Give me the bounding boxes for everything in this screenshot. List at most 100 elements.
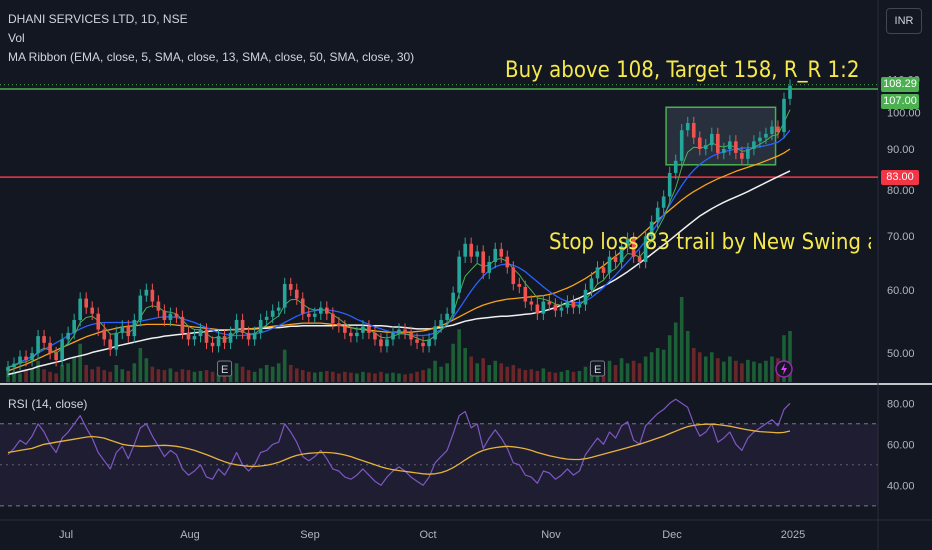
volume-bar — [409, 373, 413, 382]
candle-body — [6, 367, 10, 371]
candle-body — [331, 313, 335, 324]
ma-ribbon-legend[interactable]: MA Ribbon (EMA, close, 5, SMA, close, 13… — [8, 50, 414, 64]
volume-bar — [685, 331, 690, 382]
candle-body — [186, 332, 191, 340]
volume-bar — [547, 371, 552, 382]
volume-bar — [746, 359, 750, 382]
volume-bar — [355, 373, 359, 382]
buy-annotation[interactable]: Buy above 108, Target 158, R_R 1:2 — [505, 58, 859, 83]
volume-bar — [403, 374, 407, 382]
volume-bar — [565, 370, 570, 382]
candle-body — [734, 141, 738, 153]
candle-body — [300, 298, 305, 314]
volume-bar — [312, 372, 317, 382]
rsi-legend[interactable]: RSI (14, close) — [8, 397, 87, 411]
candle-body — [367, 326, 371, 333]
volume-bar — [427, 368, 431, 382]
volume-bar — [84, 365, 89, 382]
candle-body — [758, 137, 762, 142]
volume-bar — [60, 365, 64, 382]
volume-bar — [716, 358, 720, 382]
candle-body — [318, 307, 323, 314]
candle-body — [198, 329, 203, 337]
volume-bar — [72, 356, 76, 382]
volume-bar — [276, 363, 281, 382]
candle-body — [168, 313, 173, 320]
volume-bar — [294, 368, 299, 382]
earnings-marker-label: E — [594, 364, 601, 376]
volume-bar — [649, 352, 654, 382]
stoploss-annotation[interactable]: Stop loss 83 trail by New Swing and — [549, 230, 871, 255]
time-tick-label: 2025 — [781, 529, 805, 541]
candle-body — [228, 332, 233, 343]
rsi-tick-label: 40.00 — [887, 480, 915, 492]
candle-body — [276, 307, 281, 311]
volume-bar — [740, 363, 744, 382]
candle-body — [770, 126, 774, 134]
volume-bar — [523, 370, 528, 382]
volume-bar — [78, 343, 82, 382]
candle-body — [391, 332, 395, 340]
candle-body — [535, 304, 540, 314]
volume-bar — [331, 371, 335, 382]
candle-body — [703, 145, 708, 150]
candle-body — [487, 261, 492, 273]
candle-body — [78, 298, 82, 320]
volume-bar — [66, 363, 70, 382]
candle-body — [403, 329, 407, 333]
volume-legend[interactable]: Vol — [8, 31, 25, 45]
volume-bar — [511, 365, 516, 382]
volume-bar — [673, 322, 678, 382]
volume-bar — [577, 370, 582, 382]
sma50-line — [7, 170, 791, 376]
candle-body — [222, 336, 227, 343]
candle-body — [36, 336, 40, 354]
candle-body — [385, 339, 389, 347]
volume-bar — [481, 358, 486, 382]
candle-body — [571, 301, 576, 308]
price-label-108: 108.29 — [881, 77, 919, 93]
volume-bar — [246, 370, 251, 382]
candle-body — [210, 342, 215, 347]
currency-button[interactable]: INR — [886, 8, 922, 34]
candle-body — [746, 149, 750, 159]
candle-body — [204, 329, 209, 343]
volume-bar — [469, 356, 473, 382]
price-label-107: 107.00 — [881, 93, 919, 109]
volume-bar — [385, 373, 389, 382]
volume-bar — [270, 366, 275, 382]
candle-body — [541, 301, 546, 314]
candle-body — [601, 267, 606, 273]
candle-body — [409, 332, 413, 340]
candle-body — [505, 256, 510, 268]
candle-body — [607, 256, 612, 273]
candle-body — [379, 339, 383, 347]
candle-body — [84, 298, 89, 308]
volume-bar — [240, 366, 245, 382]
volume-bar — [445, 363, 449, 382]
volume-bar — [607, 360, 612, 382]
candle-body — [72, 319, 76, 333]
candle-body — [216, 336, 221, 347]
candle-body — [547, 301, 552, 305]
candle-body — [691, 123, 696, 138]
volume-bar — [691, 348, 696, 382]
volume-bar — [391, 372, 395, 382]
candle-body — [312, 313, 317, 317]
volume-bar — [343, 371, 347, 382]
volume-bar — [264, 365, 269, 382]
volume-bar — [180, 369, 185, 382]
candle-body — [565, 301, 570, 308]
volume-bar — [132, 363, 137, 382]
candle-body — [120, 326, 125, 333]
volume-bar — [734, 360, 738, 382]
candle-body — [433, 326, 437, 340]
candle-body — [306, 313, 311, 317]
candle-body — [655, 207, 660, 222]
volume-bar — [54, 373, 58, 382]
symbol-legend[interactable]: DHANI SERVICES LTD, 1D, NSE — [8, 12, 188, 26]
volume-bar — [186, 370, 191, 382]
price-tick-label: 100.00 — [887, 107, 921, 119]
volume-bar — [583, 366, 588, 382]
volume-bar — [120, 369, 125, 382]
